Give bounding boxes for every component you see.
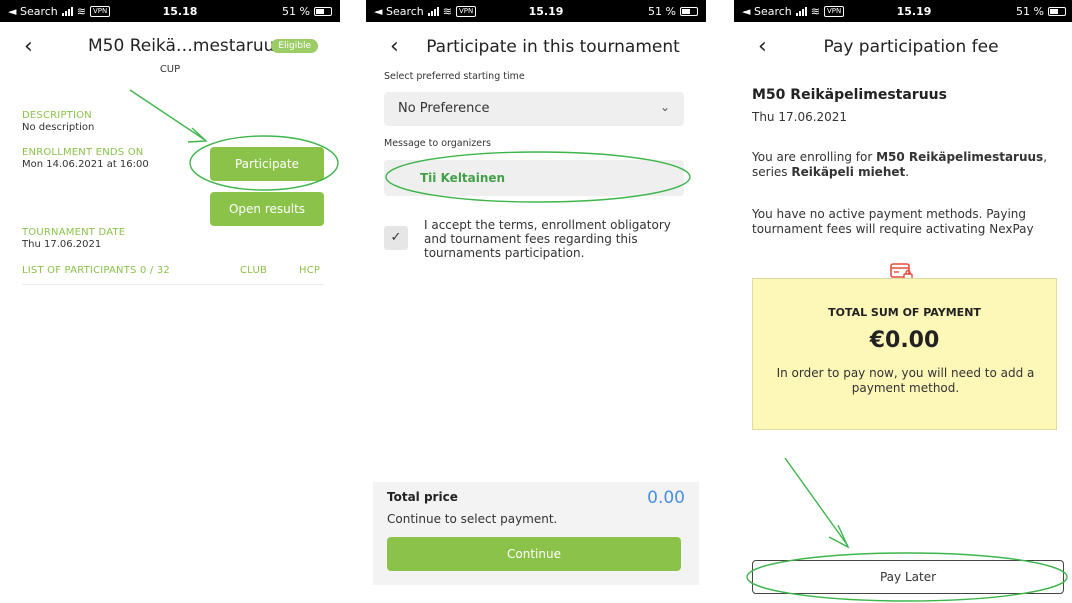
tournament-date-label: TOURNAMENT DATE	[22, 227, 126, 238]
status-bar: ◄ Search ≋ VPN 15.19 51 %	[734, 0, 1072, 22]
page-title: M50 Reikä…mestaruus	[88, 36, 284, 56]
total-price-label: Total price	[387, 490, 458, 504]
nav-bar: ‹ Pay participation fee	[734, 22, 1072, 72]
start-time-value: No Preference	[398, 101, 490, 116]
vpn-icon: VPN	[89, 5, 111, 17]
checkmark-icon: ✓	[390, 230, 402, 245]
tournament-date-value: Thu 17.06.2021	[22, 239, 102, 250]
enrollment-prefix: You are enrolling for	[752, 150, 877, 164]
enrollment-suffix: .	[905, 165, 910, 179]
page-title: Pay participation fee	[823, 37, 999, 57]
battery-icon	[314, 6, 332, 16]
pay-later-button[interactable]: Pay Later	[752, 560, 1064, 594]
wifi-icon: ≋	[810, 4, 820, 18]
message-input[interactable]: Tii Keltainen	[384, 160, 684, 196]
no-payment-info: You have no active payment methods. Payi…	[752, 207, 1034, 236]
event-name: M50 Reikäpelimestaruus	[752, 87, 947, 103]
event-date: Thu 17.06.2021	[752, 110, 848, 124]
start-time-select[interactable]: No Preference ⌄	[384, 92, 684, 126]
open-results-button[interactable]: Open results	[210, 192, 324, 226]
battery-percent: 51 %	[282, 4, 310, 18]
total-sum-value: €0.00	[869, 328, 940, 353]
signal-icon	[427, 6, 439, 16]
enrollment-series: Reikäpeli miehet	[791, 165, 906, 179]
price-footer: Total price 0.00 Continue to select paym…	[373, 482, 699, 585]
enrollment-value: Mon 14.06.2021 at 16:00	[22, 159, 149, 170]
enrollment-event: M50 Reikäpelimestaruus	[876, 150, 1044, 164]
page-title: Participate in this tournament	[426, 37, 680, 57]
status-time: 15.19	[528, 4, 564, 18]
battery-percent: 51 %	[1016, 4, 1044, 18]
description-value: No description	[22, 122, 95, 133]
back-chevron-icon[interactable]: ‹	[758, 34, 767, 59]
signal-icon	[795, 6, 807, 16]
terms-text: I accept the terms, enrollment obligator…	[424, 218, 671, 260]
payment-note: In order to pay now, you will need to ad…	[776, 366, 1035, 395]
payment-summary-box: TOTAL SUM OF PAYMENT €0.00 In order to p…	[752, 278, 1057, 430]
wifi-icon: ≋	[442, 4, 452, 18]
divider	[22, 284, 324, 285]
club-column-header: CLUB	[240, 265, 268, 276]
battery-percent: 51 %	[648, 4, 676, 18]
continue-button[interactable]: Continue	[387, 537, 681, 571]
total-price-value: 0.00	[647, 488, 685, 508]
screen-tournament-details: ◄ Search ≋ VPN 15.18 51 % ‹ M50 Reikä…me…	[0, 0, 340, 603]
total-sum-label: TOTAL SUM OF PAYMENT	[828, 306, 981, 319]
enrollment-label: ENROLLMENT ENDS ON	[22, 147, 144, 158]
continue-hint: Continue to select payment.	[387, 512, 558, 526]
signal-icon	[61, 6, 73, 16]
nav-bar: ‹ M50 Reikä…mestaruus Eligible	[0, 22, 340, 72]
start-time-label: Select preferred starting time	[384, 71, 525, 82]
screen-pay-fee: ◄ Search ≋ VPN 15.19 51 % ‹ Pay particip…	[734, 0, 1072, 603]
participants-label[interactable]: LIST OF PARTICIPANTS 0 / 32	[22, 265, 170, 276]
wifi-icon: ≋	[76, 4, 86, 18]
vpn-icon: VPN	[455, 5, 477, 17]
status-bar: ◄ Search ≋ VPN 15.18 51 %	[0, 0, 340, 22]
participate-button[interactable]: Participate	[210, 147, 324, 181]
eligible-badge: Eligible	[271, 39, 318, 53]
status-time: 15.19	[896, 4, 932, 18]
status-bar: ◄ Search ≋ VPN 15.19 51 %	[366, 0, 706, 22]
terms-checkbox[interactable]: ✓	[384, 226, 408, 250]
nav-bar: ‹ Participate in this tournament	[366, 22, 706, 72]
back-to-search[interactable]: ◄ Search	[742, 5, 792, 18]
enrollment-info: You are enrolling for M50 Reikäpelimesta…	[752, 150, 1052, 180]
status-time: 15.18	[162, 4, 198, 18]
back-chevron-icon[interactable]: ‹	[390, 34, 399, 59]
vpn-icon: VPN	[823, 5, 845, 17]
back-to-search[interactable]: ◄ Search	[8, 5, 58, 18]
description-label: DESCRIPTION	[22, 110, 92, 121]
back-to-search[interactable]: ◄ Search	[374, 5, 424, 18]
screen-participate: ◄ Search ≋ VPN 15.19 51 % ‹ Participate …	[366, 0, 706, 603]
back-chevron-icon[interactable]: ‹	[24, 34, 33, 59]
chevron-down-icon: ⌄	[659, 100, 670, 114]
battery-icon	[680, 6, 698, 16]
battery-icon	[1048, 6, 1066, 16]
hcp-column-header: HCP	[299, 265, 321, 276]
message-label: Message to organizers	[384, 138, 491, 149]
